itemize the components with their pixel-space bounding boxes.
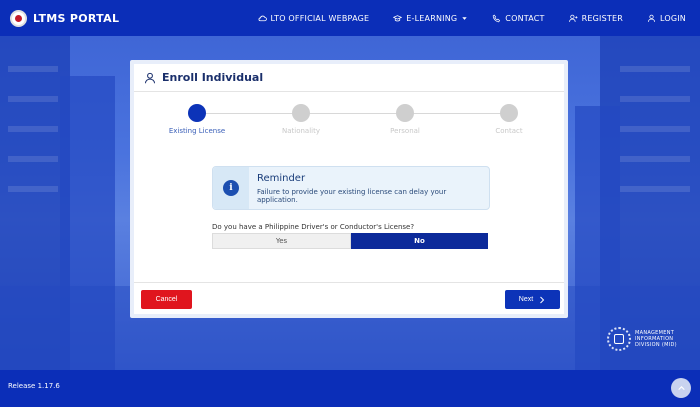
cancel-label: Cancel: [155, 296, 178, 303]
mid-line: DIVISION (MID): [635, 342, 677, 348]
step-label: Nationality: [281, 127, 320, 135]
graduation-cap-icon: [393, 14, 403, 21]
step-label: Personal: [390, 127, 420, 135]
caret-down-icon: [462, 16, 467, 20]
mid-seal-icon: [607, 327, 631, 351]
nav-login[interactable]: LOGIN: [647, 14, 686, 23]
cancel-button[interactable]: Cancel: [141, 290, 192, 309]
reminder-icon-box: i: [213, 167, 249, 209]
top-navbar: LTMS PORTAL LTO OFFICIAL WEBPAGE E-LEARN…: [0, 0, 700, 36]
nav-label: E-LEARNING: [406, 13, 458, 23]
nav-label: LOGIN: [659, 13, 686, 23]
step-dot: [188, 104, 206, 122]
release-version: Release 1.17.6: [8, 382, 60, 390]
license-toggle: Yes No: [212, 233, 488, 249]
nav-label: REGISTER: [581, 13, 623, 23]
stepper-line: [196, 113, 510, 114]
mid-badge: MANAGEMENT INFORMATION DIVISION (MID): [607, 327, 677, 351]
user-icon: [144, 72, 156, 83]
step-dot: [292, 104, 310, 122]
reminder-body: Failure to provide your existing license…: [256, 188, 447, 204]
brand[interactable]: LTMS PORTAL: [10, 9, 120, 27]
nav-lto-webpage[interactable]: LTO OFFICIAL WEBPAGE: [258, 14, 370, 23]
step-nationality: Nationality: [256, 104, 346, 135]
next-button[interactable]: Next: [505, 290, 560, 309]
card-footer: Cancel Next: [134, 282, 564, 318]
chevron-up-icon: [677, 385, 685, 390]
reminder-title: Reminder: [256, 173, 306, 184]
option-yes-button[interactable]: Yes: [212, 233, 351, 249]
main-nav: LTO OFFICIAL WEBPAGE E-LEARNING CONTACT …: [258, 0, 686, 36]
step-label: Contact: [495, 127, 523, 135]
nav-contact[interactable]: CONTACT: [492, 14, 544, 23]
scroll-to-top-button[interactable]: [671, 378, 691, 398]
step-existing-license: Existing License: [152, 104, 242, 135]
info-icon: i: [222, 180, 239, 196]
next-label: Next: [518, 296, 534, 303]
nav-register[interactable]: REGISTER: [568, 13, 623, 23]
card-header: Enroll Individual: [134, 64, 564, 92]
user-icon: [647, 14, 655, 22]
step-personal: Personal: [360, 104, 450, 135]
nav-label: LTO OFFICIAL WEBPAGE: [270, 13, 370, 23]
card-title: Enroll Individual: [162, 71, 264, 84]
nav-e-learning[interactable]: E-LEARNING: [393, 14, 468, 23]
step-dot: [500, 104, 518, 122]
step-dot: [396, 104, 414, 122]
lto-logo-icon: [10, 9, 27, 27]
step-label: Existing License: [168, 127, 226, 135]
user-plus-icon: [568, 14, 578, 22]
brand-title: LTMS PORTAL: [33, 11, 120, 25]
step-contact: Contact: [464, 104, 554, 135]
cloud-icon: [258, 15, 267, 21]
reminder-text: Reminder Failure to provide your existin…: [249, 167, 489, 209]
enroll-card: Enroll Individual Existing License Natio…: [130, 60, 568, 318]
nav-label: CONTACT: [505, 13, 545, 23]
reminder-alert: i Reminder Failure to provide your exist…: [212, 166, 490, 210]
option-no-button[interactable]: No: [351, 233, 488, 249]
phone-icon: [493, 14, 501, 22]
mid-text: MANAGEMENT INFORMATION DIVISION (MID): [635, 330, 677, 348]
license-question: Do you have a Philippine Driver's or Con…: [212, 223, 415, 231]
page-footer: Release 1.17.6: [0, 370, 700, 407]
chevron-right-icon: [540, 296, 545, 303]
progress-stepper: Existing License Nationality Personal Co…: [134, 100, 564, 140]
